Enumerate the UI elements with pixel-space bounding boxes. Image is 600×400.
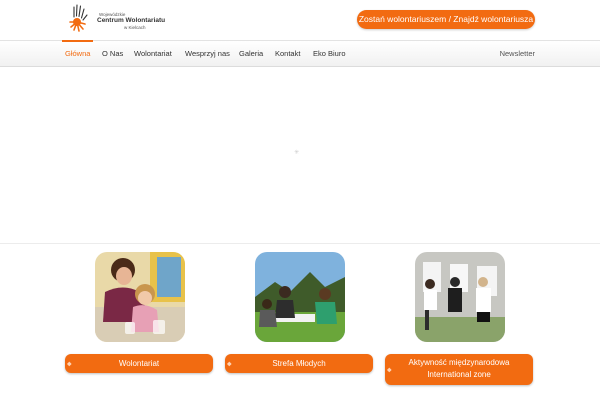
international-zone-button-label-1: Aktywność międzynarodowa [408, 358, 510, 367]
hero-slider: ✳ [0, 67, 600, 243]
international-zone-button-label-2: International zone [427, 370, 491, 379]
main-navigation: Główna O Nas Wolontariat Wesprzyj nas Ga… [0, 40, 600, 67]
logo-line-3: w Kielcach [124, 25, 146, 30]
hand-sun-icon [69, 4, 88, 32]
become-volunteer-button[interactable]: Zostań wolontariuszem / Znajdź wolontari… [357, 10, 535, 29]
loading-spinner-icon: ✳ [294, 150, 300, 156]
volunteering-button[interactable]: ◆ Wolontariat [65, 354, 213, 373]
youth-zone-photo[interactable] [255, 252, 345, 342]
arrow-right-icon: ◆ [387, 367, 392, 373]
youth-zone-image [255, 252, 345, 342]
nav-item-gallery[interactable]: Galeria [239, 41, 263, 67]
logo-line-2: Centrum Wolontariatu [97, 17, 166, 24]
site-header: Wojewódzkie Centrum Wolontariatu w Kielc… [0, 0, 600, 40]
arrow-right-icon: ◆ [227, 361, 232, 367]
arrow-right-icon: ◆ [67, 361, 72, 367]
international-zone-image [415, 252, 505, 342]
site-logo[interactable]: Wojewódzkie Centrum Wolontariatu w Kielc… [68, 3, 166, 35]
youth-zone-button[interactable]: ◆ Strefa Młodych [225, 354, 373, 373]
volunteering-photo[interactable] [95, 252, 185, 342]
nav-item-contact[interactable]: Kontakt [275, 41, 300, 67]
nav-item-support[interactable]: Wesprzyj nas [185, 41, 230, 67]
nav-item-about[interactable]: O Nas [102, 41, 123, 67]
nav-item-volunteering[interactable]: Wolontariat [134, 41, 172, 67]
volunteering-button-label: Wolontariat [118, 359, 160, 368]
nav-item-eco-office[interactable]: Eko Biuro [313, 41, 346, 67]
youth-zone-button-label: Strefa Młodych [272, 359, 326, 368]
newsletter-link[interactable]: Newsletter [500, 41, 535, 67]
international-zone-button[interactable]: ◆ Aktywność międzynarodowa International… [385, 354, 533, 385]
nav-item-home[interactable]: Główna [61, 40, 94, 67]
international-zone-photo[interactable] [415, 252, 505, 342]
volunteering-image [95, 252, 185, 342]
